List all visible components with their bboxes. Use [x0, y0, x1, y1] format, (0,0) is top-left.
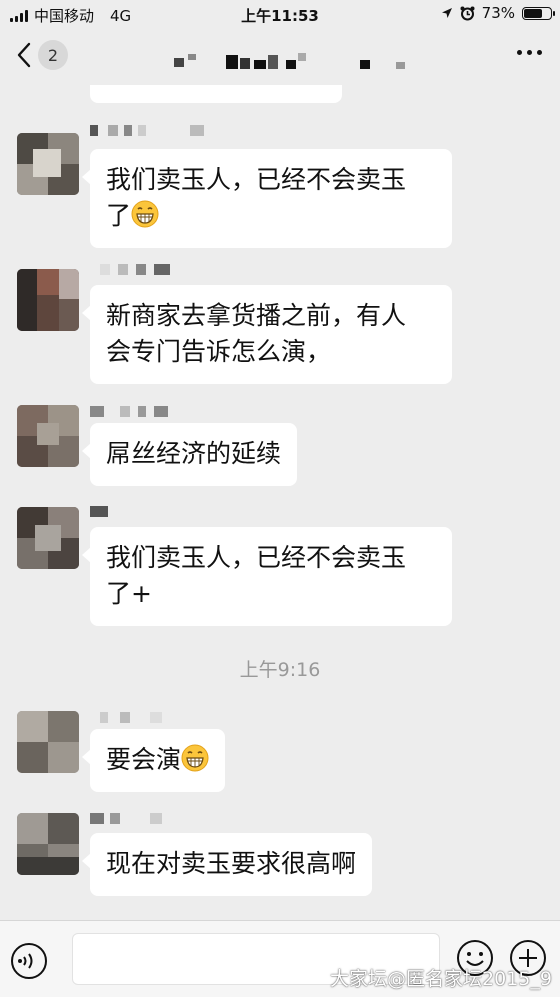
avatar[interactable] — [17, 711, 79, 773]
unread-count-badge: 2 — [38, 40, 68, 70]
sender-name-obscured — [90, 406, 180, 420]
avatar[interactable] — [17, 405, 79, 467]
sender-name-obscured — [90, 264, 180, 278]
chat-header: 2 — [0, 30, 560, 85]
message-bubble[interactable]: 我们卖玉人，已经不会卖玉 了+ — [82, 527, 452, 626]
grin-emoji — [131, 200, 159, 228]
time-separator: 上午9:16 — [239, 659, 321, 681]
chevron-left-icon — [17, 42, 31, 68]
watermark: 大家坛@匿名家坛2015_9 — [330, 968, 552, 990]
message-bubble[interactable]: 新商家去拿货播之前，有人 会专门告诉怎么演， — [82, 285, 452, 384]
chat-title-obscured — [160, 50, 420, 76]
message-text: 要会演 — [106, 745, 182, 774]
battery-percent: 73% — [481, 4, 515, 22]
status-bar: 中国移动 4G 上午11:53 73% — [0, 0, 560, 30]
previous-bubble-tail — [90, 85, 342, 103]
sender-name-obscured — [90, 125, 204, 139]
avatar[interactable] — [17, 269, 79, 331]
grin-emoji — [181, 744, 209, 772]
back-button[interactable]: 2 — [16, 40, 68, 70]
input-bar: 大家坛@匿名家坛2015_9 — [0, 920, 560, 997]
message-bubble[interactable]: 我们卖玉人，已经不会卖玉 了 — [82, 149, 452, 248]
battery-icon — [522, 6, 555, 20]
more-icon — [517, 50, 522, 55]
voice-icon — [11, 943, 47, 979]
message-text: 屌丝经济的延续 — [106, 439, 282, 468]
avatar[interactable] — [17, 813, 79, 875]
sender-name-obscured — [90, 813, 180, 827]
status-right: 73% — [441, 4, 555, 22]
avatar[interactable] — [17, 507, 79, 569]
message-bubble[interactable]: 要会演 — [81, 729, 226, 792]
message-text: 我们卖玉人，已经不会卖玉 了+ — [106, 543, 407, 608]
avatar[interactable] — [17, 133, 79, 195]
location-icon — [441, 7, 452, 18]
sender-name-obscured — [90, 712, 180, 726]
message-text: 新商家去拿货播之前，有人 会专门告诉怎么演， — [106, 301, 407, 366]
message-list[interactable]: 我们卖玉人，已经不会卖玉 了 新商家去拿货播之前，有人 会专门告诉怎么演， 屌丝… — [0, 85, 560, 920]
sender-name-obscured — [90, 506, 180, 520]
message-bubble[interactable]: 屌丝经济的延续 — [81, 423, 298, 486]
more-options-button[interactable] — [517, 50, 542, 55]
alarm-icon — [460, 6, 475, 20]
message-text: 现在对卖玉要求很高啊 — [106, 849, 357, 878]
voice-button[interactable] — [10, 942, 48, 984]
message-bubble[interactable]: 现在对卖玉要求很高啊 — [81, 833, 373, 896]
